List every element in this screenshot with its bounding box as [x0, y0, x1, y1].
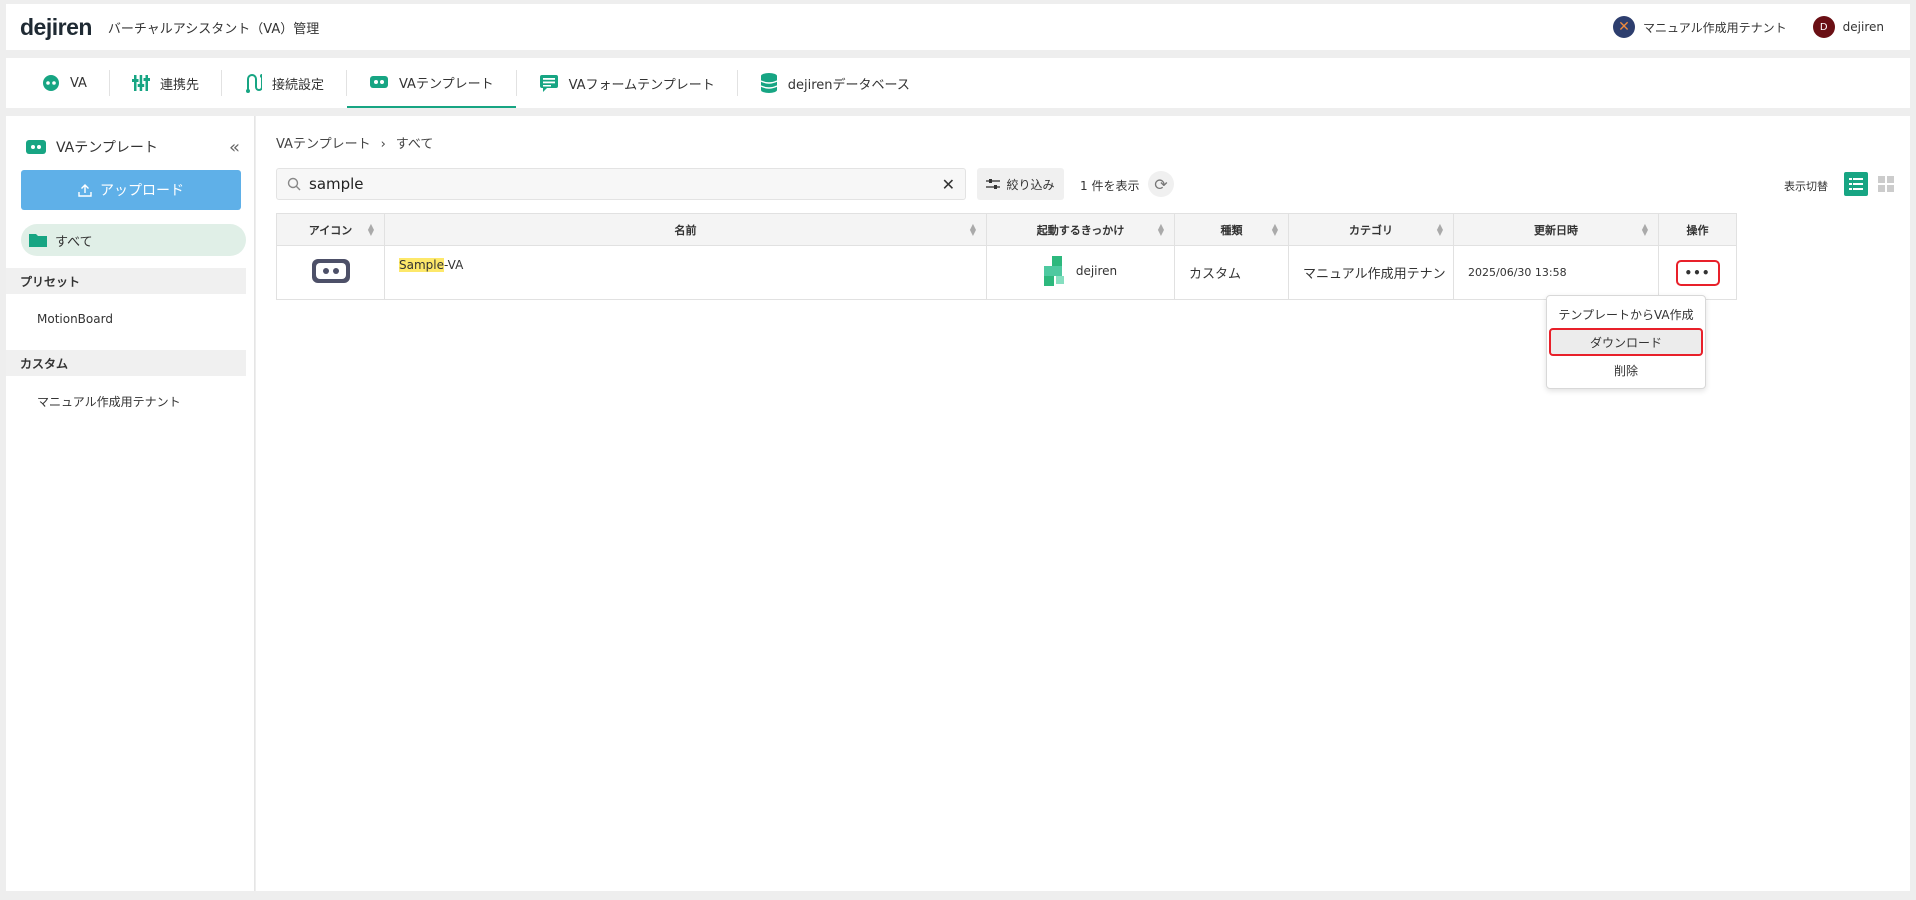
template-table: アイコン ▲ ▼ 名前 ▲ ▼ 起動するきっかけ ▲ ▼ 種類 ▲ ▼ カテゴリ ▲ ▼ 更新日時 ▲…	[276, 213, 1737, 300]
breadcrumb-root[interactable]: VAテンプレート	[276, 137, 371, 152]
upload-button[interactable]: アップロード	[21, 170, 241, 210]
sort-icon: ▲ ▼	[969, 222, 976, 237]
column-header-category[interactable]: カテゴリ ▲ ▼	[1288, 213, 1454, 246]
column-header-updated[interactable]: 更新日時 ▲ ▼	[1453, 213, 1659, 246]
breadcrumb-current: すべて	[395, 137, 434, 152]
view-toggle-label: 表示切替	[1784, 180, 1828, 193]
column-header-label: 名前	[674, 223, 697, 237]
sidebar: VAテンプレート « アップロード すべて プリセット MotionBoard …	[6, 116, 255, 891]
row-trigger-cell: dejiren	[986, 245, 1175, 300]
more-options-button[interactable]: •••	[1675, 259, 1720, 286]
column-header-label: アイコン	[308, 223, 353, 237]
sort-icon: ▲ ▼	[1436, 222, 1443, 237]
column-header-label: 種類	[1220, 223, 1243, 237]
sidebar-title: VAテンプレート	[56, 140, 158, 156]
filter-sliders-icon	[986, 179, 1001, 189]
database-icon	[760, 73, 778, 93]
collapse-icon[interactable]: «	[229, 137, 240, 158]
column-header-label: カテゴリ	[1349, 223, 1393, 237]
column-header-icon[interactable]: アイコン ▲ ▼	[276, 213, 385, 246]
row-type-cell: カスタム	[1174, 245, 1289, 300]
upload-label: アップロード	[100, 183, 184, 199]
sidebar-section-preset: プリセット	[6, 268, 246, 294]
clear-icon[interactable]: ✕	[942, 175, 955, 194]
table-row[interactable]: Sample-VA dejiren カスタム マニュアル作成用テナン 2025/…	[276, 245, 1737, 300]
tenant-icon: ✕	[1613, 16, 1636, 38]
menu-item-download[interactable]: ダウンロード	[1549, 328, 1703, 356]
tab-label: VAフォームテンプレート	[568, 77, 715, 93]
tenant-selector[interactable]: ✕ マニュアル作成用テナント	[1613, 16, 1787, 38]
tab-database[interactable]: dejirenデータベース	[738, 58, 932, 108]
logo: dejiren	[20, 13, 92, 40]
column-header-label: 操作	[1686, 223, 1709, 237]
trigger-name: dejiren	[1075, 264, 1118, 278]
row-icon-cell	[276, 245, 385, 300]
tab-form-template[interactable]: VAフォームテンプレート	[517, 58, 737, 108]
main-content: VAテンプレート › すべて ✕ 絞り込み 1 件を表示 ⟳ 表示切替 アイコン ▲▼…	[256, 116, 1910, 891]
user-name: dejiren	[1842, 20, 1884, 34]
sort-icon: ▲ ▼	[367, 222, 374, 237]
tab-label: VAテンプレート	[399, 76, 494, 92]
main-tabs: VA 連携先 接続設定 VAテンプレート VAフォームテンプレート dejire…	[6, 58, 1910, 108]
grid-view-icon[interactable]	[1874, 172, 1898, 196]
column-header-label: 起動するきっかけ	[1036, 223, 1125, 237]
template-icon	[26, 140, 46, 154]
search-input[interactable]	[309, 175, 909, 193]
tab-va-template[interactable]: VAテンプレート	[347, 58, 516, 108]
column-header-trigger[interactable]: 起動するきっかけ ▲ ▼	[986, 213, 1175, 246]
result-count: 1 件を表示	[1080, 179, 1140, 193]
connection-icon	[245, 74, 262, 93]
row-name-rest: -VA	[444, 258, 464, 272]
template-icon	[370, 76, 388, 88]
search-highlight: Sample	[399, 258, 444, 272]
row-updated-cell: 2025/06/30 13:58	[1453, 245, 1659, 300]
folder-icon	[29, 234, 47, 247]
tab-label: VA	[70, 75, 87, 91]
column-header-name[interactable]: 名前 ▲ ▼	[384, 213, 987, 246]
row-name-cell[interactable]: Sample-VA	[384, 245, 987, 300]
sidebar-item-motionboard[interactable]: MotionBoard	[6, 300, 254, 338]
sort-icon: ▲ ▼	[1157, 222, 1164, 237]
tab-connection[interactable]: 接続設定	[222, 58, 346, 108]
search-icon	[287, 177, 301, 191]
tab-va[interactable]: VA	[20, 58, 109, 108]
sidebar-item-tenant[interactable]: マニュアル作成用テナント	[6, 382, 254, 420]
row-ops-cell: •••	[1658, 245, 1737, 300]
robot-template-icon	[311, 259, 350, 283]
upload-icon	[78, 184, 92, 197]
user-menu[interactable]: D dejiren	[1812, 16, 1884, 38]
breadcrumb-separator: ›	[380, 137, 386, 152]
sliders-icon	[131, 75, 150, 91]
sidebar-item-label: すべて	[55, 234, 93, 250]
breadcrumb: VAテンプレート › すべて	[276, 133, 433, 152]
menu-item-delete[interactable]: 削除	[1547, 356, 1705, 384]
search-box: ✕	[276, 168, 966, 200]
sidebar-item-all[interactable]: すべて	[21, 224, 246, 256]
sort-icon: ▲ ▼	[1641, 222, 1648, 237]
row-category-cell: マニュアル作成用テナン	[1288, 245, 1454, 300]
refresh-icon[interactable]: ⟳	[1148, 171, 1174, 197]
tab-label: 接続設定	[271, 77, 324, 93]
column-header-type[interactable]: 種類 ▲ ▼	[1174, 213, 1289, 246]
filter-button[interactable]: 絞り込み	[977, 168, 1064, 200]
robot-face-icon	[43, 75, 59, 91]
app-title: バーチャルアシスタント（VA）管理	[107, 21, 320, 37]
avatar: D	[1812, 16, 1835, 38]
row-action-menu: テンプレートからVA作成 ダウンロード 削除	[1546, 295, 1706, 389]
tab-label: dejirenデータベース	[787, 77, 910, 93]
sort-icon: ▲ ▼	[1271, 222, 1278, 237]
column-header-label: 更新日時	[1534, 223, 1578, 237]
column-header-ops: 操作	[1658, 213, 1737, 246]
list-view-icon[interactable]	[1844, 172, 1868, 196]
tab-label: 連携先	[159, 77, 199, 93]
form-icon	[539, 75, 558, 92]
tenant-name: マニュアル作成用テナント	[1643, 20, 1787, 35]
dejiren-logo-icon	[1043, 256, 1064, 286]
sidebar-section-custom: カスタム	[6, 350, 246, 376]
menu-item-create-va[interactable]: テンプレートからVA作成	[1547, 300, 1705, 328]
app-header: dejiren バーチャルアシスタント（VA）管理 ✕ マニュアル作成用テナント…	[6, 4, 1910, 50]
filter-label: 絞り込み	[1006, 177, 1055, 192]
tab-partners[interactable]: 連携先	[110, 58, 221, 108]
